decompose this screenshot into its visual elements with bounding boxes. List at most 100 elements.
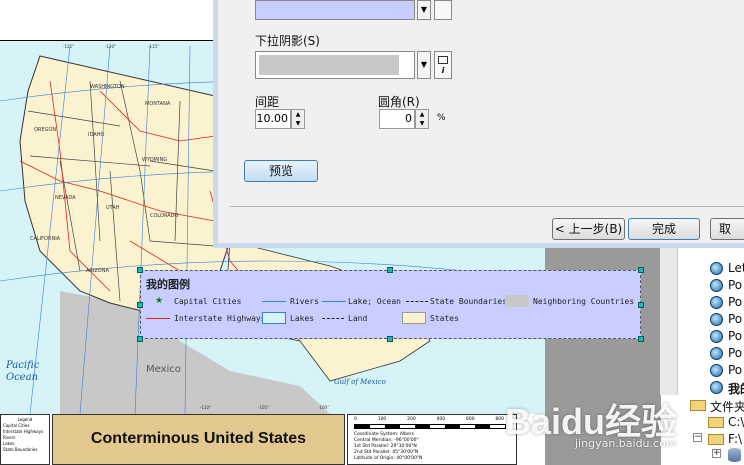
state-label-nevada: NEVADA [55, 195, 76, 201]
state-label-arizona: ARIZONA [86, 268, 109, 274]
scale-tick-row: 0 100 200 400 600 800 [354, 417, 504, 423]
scale-tick: 600 [465, 417, 475, 422]
capital-star-icon: ★ [155, 296, 164, 306]
expand-toggle-icon[interactable]: + [712, 449, 721, 458]
spacing-label: 间距 [255, 95, 280, 109]
gulf-label: Gulf of Mexico [334, 378, 386, 386]
tree-folder-f[interactable]: F:\ [728, 432, 742, 449]
background-color-combo[interactable] [255, 0, 415, 20]
cancel-button[interactable]: 取 [710, 218, 744, 240]
resize-handle[interactable] [638, 336, 644, 342]
state-label-california: CALIFORNIA [30, 236, 61, 242]
folder-icon [708, 434, 724, 445]
tree-item[interactable]: Let [728, 261, 744, 278]
legend-item-label: Lake; Ocean [348, 297, 401, 306]
tree-item[interactable]: Po [728, 346, 742, 363]
shadow-label: 下拉阴影(S) [255, 34, 320, 48]
legend-item-label: State Boundaries [430, 297, 508, 306]
state-label-wyoming: WYOMING [142, 157, 168, 163]
legend-item-label: States [430, 314, 459, 323]
back-button[interactable]: < 上一步(B) [552, 218, 625, 240]
resize-handle[interactable] [638, 302, 644, 308]
scale-tick: 0 [354, 417, 357, 422]
layer-file-icon [710, 364, 723, 377]
shadow-combo[interactable] [255, 51, 415, 79]
tree-item[interactable]: Po [728, 278, 742, 295]
legend-item-label: Capital Cities [174, 297, 242, 306]
symbol-properties-icon[interactable]: i [434, 51, 452, 79]
layer-file-icon [710, 381, 723, 394]
scale-tick: 400 [436, 417, 446, 422]
table-icon [438, 56, 448, 64]
layer-file-icon [710, 279, 723, 292]
scale-bar-panel: 0 100 200 400 600 800 Coordinate System:… [347, 414, 517, 465]
lakes-swatch [262, 312, 286, 324]
spacing-stepper[interactable]: ▲ ▼ [291, 109, 305, 129]
corner-label: 圆角(R) [378, 95, 420, 109]
symbol-properties-icon[interactable] [434, 0, 452, 20]
lake-ocean-line-icon [322, 301, 346, 302]
state-boundary-line-icon [406, 301, 428, 302]
resize-handle[interactable] [387, 267, 393, 273]
legend-item-label: Land [348, 314, 368, 323]
map-small-legend: Legend Capital Cities Interstate Highway… [0, 414, 50, 465]
resize-handle[interactable] [387, 336, 393, 342]
layer-file-icon [710, 330, 723, 343]
state-label-colorado: COLORADO [150, 213, 179, 219]
projection-line: Latitude of Origin: 40°00'00"N [354, 456, 423, 461]
layer-file-icon [710, 296, 723, 309]
collapse-toggle-icon[interactable]: − [693, 433, 702, 442]
small-legend-item: State Boundaries [3, 447, 38, 452]
resize-handle[interactable] [137, 267, 143, 273]
chevron-down-icon[interactable]: ▼ [417, 0, 431, 20]
state-label-idaho: IDAHO [88, 132, 105, 138]
graticule-label: -125° [63, 44, 75, 49]
layer-file-icon [710, 347, 723, 360]
spacing-input[interactable]: 10.00 [255, 109, 291, 129]
corner-input[interactable]: 0 [379, 109, 415, 129]
legend-title: 我的图例 [146, 278, 190, 291]
graticule-label: -120° [105, 44, 117, 49]
tree-item[interactable]: Po [728, 363, 742, 380]
legend-item-label: Neighboring Countries [533, 297, 635, 306]
resize-handle[interactable] [137, 302, 143, 308]
tree-item[interactable]: 我的 [728, 380, 744, 397]
info-icon: i [441, 66, 445, 75]
tree-folder-c[interactable]: C:\ [728, 415, 744, 432]
tree-folder-root[interactable]: 文件夹 [710, 398, 744, 415]
legend-item-label: Interstate Highways [174, 314, 266, 323]
scale-tick: 100 [377, 417, 387, 422]
resize-handle[interactable] [638, 267, 644, 273]
tree-item[interactable]: Po [728, 329, 742, 346]
tree-item[interactable]: Po [728, 295, 742, 312]
percent-label: % [437, 113, 446, 123]
preview-button[interactable]: 预览 [244, 160, 318, 182]
graticule-label: -110° [200, 405, 212, 410]
graticule-label: -100° [318, 405, 330, 410]
river-line-icon [262, 301, 286, 302]
corner-stepper[interactable]: ▲ ▼ [415, 109, 429, 129]
watermark-url: jingyan.baidu.com [575, 437, 677, 450]
scale-tick: 800 [495, 417, 504, 422]
land-line-icon [322, 318, 344, 319]
ocean-label: Pacific Ocean [6, 360, 40, 383]
neighboring-countries-swatch [505, 295, 529, 307]
tree-item[interactable]: Po [728, 312, 742, 329]
mexico-label: Mexico [146, 364, 181, 375]
layer-file-icon [710, 313, 723, 326]
scale-tick: 200 [407, 417, 416, 422]
chevron-down-icon[interactable]: ▼ [417, 51, 431, 79]
legend-item-label: Rivers [290, 297, 319, 306]
layer-file-icon [710, 262, 723, 275]
catalog-scrollbar[interactable] [660, 245, 678, 395]
state-label-washington: WASHINGTON [90, 84, 125, 90]
folder-icon [690, 400, 706, 411]
state-label-oregon: OREGON [34, 127, 57, 133]
graticule-label: -105° [258, 405, 270, 410]
finish-button[interactable]: 完成 [628, 218, 700, 240]
map-title: Conterminous United States [90, 430, 307, 447]
state-label-montana: MONTANA [145, 101, 171, 107]
highway-line-icon [146, 318, 170, 319]
graticule-label: -115° [148, 44, 160, 49]
resize-handle[interactable] [137, 336, 143, 342]
